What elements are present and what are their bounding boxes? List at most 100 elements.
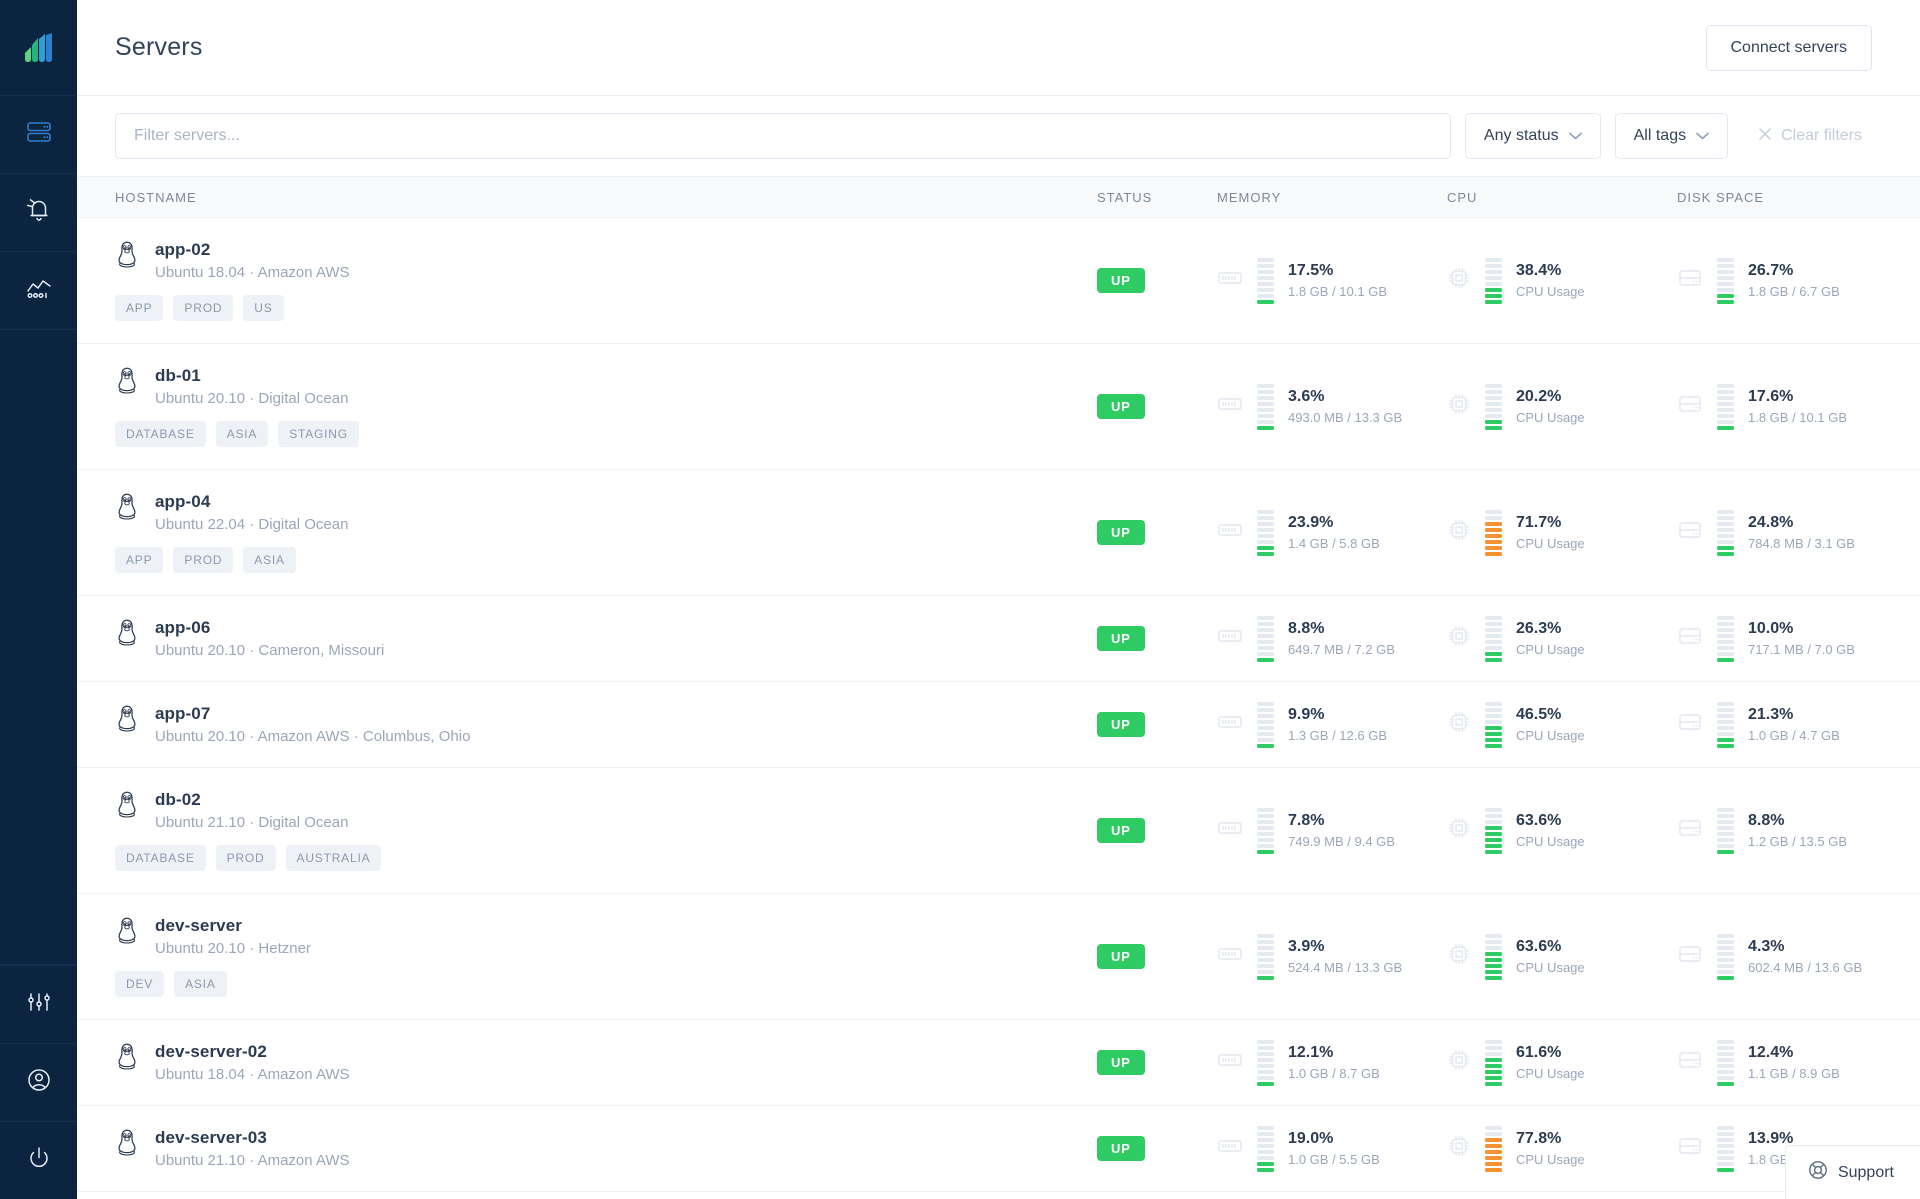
server-hostname[interactable]: app-04 xyxy=(155,492,348,512)
tag-list: DATABASE ASIA STAGING xyxy=(115,421,1097,447)
table-row[interactable]: db-01 Ubuntu 20.10 · Digital Ocean DATAB… xyxy=(77,344,1920,470)
gauge-segment xyxy=(1485,743,1502,748)
table-row[interactable]: app-02 Ubuntu 18.04 · Amazon AWS APP PROD… xyxy=(77,218,1920,344)
row-menu-button[interactable] xyxy=(1907,949,1920,964)
tag-chip[interactable]: US xyxy=(243,295,284,321)
tag-chip[interactable]: PROD xyxy=(173,547,234,573)
gauge-segment xyxy=(1485,627,1502,632)
gauge-segment xyxy=(1257,933,1274,938)
cpu-chip-icon xyxy=(1447,1134,1471,1163)
servers-table: HOSTNAME STATUS MEMORY CPU DISK SPACE ap… xyxy=(77,176,1920,1199)
gauge-segment xyxy=(1717,707,1734,712)
tag-chip[interactable]: ASIA xyxy=(174,971,227,997)
gauge-segment xyxy=(1717,533,1734,538)
cell-hostname: app-07 Ubuntu 20.10 · Amazon AWS · Colum… xyxy=(77,682,1097,767)
gauge-segment xyxy=(1717,293,1734,298)
tag-chip[interactable]: APP xyxy=(115,295,164,321)
row-menu-button[interactable] xyxy=(1907,399,1920,414)
metric-percent: 20.2% xyxy=(1516,388,1562,405)
clear-filters-button[interactable]: Clear filters xyxy=(1742,127,1872,146)
metric-sublabel: 524.4 MB / 13.3 GB xyxy=(1288,960,1403,975)
usage-gauge xyxy=(1717,615,1734,662)
gauge-segment xyxy=(1485,1125,1502,1130)
tag-chip[interactable]: ASIA xyxy=(243,547,296,573)
gauge-segment xyxy=(1717,1045,1734,1050)
metric-group: 4.3% 602.4 MB / 13.6 GB xyxy=(1677,933,1862,980)
sidebar-item-settings[interactable] xyxy=(0,965,77,1043)
sidebar-item-account[interactable] xyxy=(0,1043,77,1121)
status-badge: UP xyxy=(1097,520,1145,545)
gauge-segment xyxy=(1485,1155,1502,1160)
gauge-segment xyxy=(1717,975,1734,980)
row-menu-button[interactable] xyxy=(1907,273,1920,288)
cell-memory: 12.1% 1.0 GB / 8.7 GB xyxy=(1217,1020,1447,1105)
gauge-segment xyxy=(1257,395,1274,400)
server-hostname[interactable]: dev-server xyxy=(155,916,311,936)
gauge-segment xyxy=(1485,521,1502,526)
row-menu-button[interactable] xyxy=(1907,631,1920,646)
server-subtitle: Ubuntu 20.10 · Amazon AWS · Columbus, Oh… xyxy=(155,728,471,745)
table-row[interactable]: dev-server-03 Ubuntu 21.10 · Amazon AWS … xyxy=(77,1106,1920,1192)
tag-chip[interactable]: PROD xyxy=(173,295,234,321)
status-filter-dropdown[interactable]: Any status xyxy=(1464,113,1601,159)
sidebar-item-servers[interactable] xyxy=(0,96,77,174)
gauge-segment xyxy=(1257,725,1274,730)
table-row[interactable]: dev-server Ubuntu 20.10 · Hetzner DEV ASI… xyxy=(77,894,1920,1020)
usage-gauge xyxy=(1717,933,1734,980)
server-hostname[interactable]: db-01 xyxy=(155,366,348,386)
sidebar-item-alerts[interactable] xyxy=(0,174,77,252)
gauge-segment xyxy=(1257,287,1274,292)
server-hostname[interactable]: db-02 xyxy=(155,790,348,810)
table-row[interactable]: app-04 Ubuntu 22.04 · Digital Ocean APP P… xyxy=(77,470,1920,596)
server-hostname[interactable]: dev-server-03 xyxy=(155,1128,350,1148)
status-badge: UP xyxy=(1097,818,1145,843)
gauge-segment xyxy=(1257,527,1274,532)
gauge-segment xyxy=(1717,1039,1734,1044)
main-content: Servers Connect servers Any status All t… xyxy=(77,0,1920,1199)
memory-stick-icon xyxy=(1217,394,1243,419)
sidebar-item-logout[interactable] xyxy=(0,1121,77,1199)
table-row[interactable]: dev-server-02 Ubuntu 18.04 · Amazon AWS … xyxy=(77,1020,1920,1106)
brand-bars-logo[interactable] xyxy=(0,0,77,96)
row-menu-button[interactable] xyxy=(1907,823,1920,838)
search-input[interactable] xyxy=(115,113,1451,159)
gauge-segment xyxy=(1485,963,1502,968)
usage-gauge xyxy=(1485,807,1502,854)
tag-chip[interactable]: DATABASE xyxy=(115,421,206,447)
server-hostname[interactable]: app-02 xyxy=(155,240,350,260)
metric-text: 46.5% CPU Usage xyxy=(1516,706,1585,743)
row-menu-button[interactable] xyxy=(1907,1055,1920,1070)
tag-chip[interactable]: STAGING xyxy=(278,421,359,447)
gauge-segment xyxy=(1485,975,1502,980)
gauge-segment xyxy=(1717,1161,1734,1166)
table-row[interactable]: app-07 Ubuntu 20.10 · Amazon AWS · Colum… xyxy=(77,682,1920,768)
tags-filter-dropdown[interactable]: All tags xyxy=(1614,113,1729,159)
table-row[interactable]: app-06 Ubuntu 20.10 · Cameron, Missouri … xyxy=(77,596,1920,682)
tag-chip[interactable]: DATABASE xyxy=(115,845,206,871)
gauge-segment xyxy=(1717,837,1734,842)
tag-chip[interactable]: PROD xyxy=(215,845,276,871)
support-button[interactable]: Support xyxy=(1784,1145,1920,1199)
metric-group: 3.9% 524.4 MB / 13.3 GB xyxy=(1217,933,1403,980)
metric-sublabel: 749.9 MB / 9.4 GB xyxy=(1288,834,1395,849)
usage-gauge xyxy=(1717,807,1734,854)
memory-stick-icon xyxy=(1217,520,1243,545)
chevron-down-icon xyxy=(1568,127,1582,145)
row-menu-button[interactable] xyxy=(1907,717,1920,732)
server-hostname[interactable]: dev-server-02 xyxy=(155,1042,350,1062)
gauge-segment xyxy=(1485,1075,1502,1080)
gauge-segment xyxy=(1717,819,1734,824)
server-hostname[interactable]: app-07 xyxy=(155,704,470,724)
cell-status: UP xyxy=(1097,1020,1217,1105)
row-menu-button[interactable] xyxy=(1907,525,1920,540)
server-hostname[interactable]: app-06 xyxy=(155,618,384,638)
tag-chip[interactable]: APP xyxy=(115,547,164,573)
table-row[interactable]: db-02 Ubuntu 21.10 · Digital Ocean DATAB… xyxy=(77,768,1920,894)
tag-chip[interactable]: AUSTRALIA xyxy=(285,845,382,871)
tag-chip[interactable]: DEV xyxy=(115,971,165,997)
cell-cpu: 38.4% CPU Usage xyxy=(1447,218,1677,343)
tag-chip[interactable]: ASIA xyxy=(215,421,269,447)
connect-servers-button[interactable]: Connect servers xyxy=(1705,24,1872,71)
table-row[interactable]: app-01 xyxy=(77,1192,1920,1199)
sidebar-item-metrics[interactable] xyxy=(0,252,77,330)
